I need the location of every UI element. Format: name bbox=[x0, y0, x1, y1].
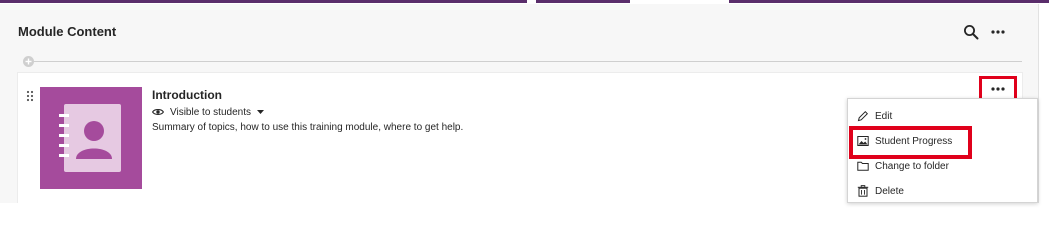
menu-item-delete[interactable]: Delete bbox=[848, 179, 1039, 203]
plus-icon bbox=[25, 58, 32, 65]
item-title[interactable]: Introduction bbox=[152, 88, 222, 102]
pencil-icon bbox=[857, 110, 869, 122]
banner-segment bbox=[0, 0, 527, 3]
folder-icon bbox=[857, 161, 869, 171]
banner-segment bbox=[536, 0, 630, 3]
menu-item-label: Change to folder bbox=[875, 160, 949, 172]
menu-item-label: Delete bbox=[875, 185, 904, 197]
menu-item-edit[interactable]: Edit bbox=[848, 104, 1039, 128]
more-options-icon[interactable] bbox=[988, 25, 1008, 39]
item-summary: Summary of topics, how to use this train… bbox=[152, 122, 464, 133]
image-icon bbox=[857, 136, 869, 146]
banner-segment bbox=[729, 0, 1049, 3]
visibility-dropdown[interactable]: Visible to students bbox=[152, 105, 264, 119]
search-icon[interactable] bbox=[963, 24, 979, 40]
drag-handle-icon[interactable] bbox=[26, 89, 34, 102]
menu-item-student-progress[interactable]: Student Progress bbox=[848, 129, 1039, 153]
menu-item-change-to-folder[interactable]: Change to folder bbox=[848, 154, 1039, 178]
eye-icon bbox=[152, 109, 164, 115]
caret-down-icon bbox=[256, 110, 264, 114]
visibility-label: Visible to students bbox=[170, 106, 251, 118]
menu-item-label: Student Progress bbox=[875, 135, 953, 147]
menu-item-label: Edit bbox=[875, 110, 893, 122]
section-title: Module Content bbox=[18, 24, 117, 39]
right-rail bbox=[1038, 4, 1049, 203]
content-divider bbox=[34, 61, 1022, 62]
item-context-menu: Edit Student Progress Change to folder D… bbox=[847, 98, 1038, 203]
add-content-button[interactable] bbox=[23, 56, 34, 67]
notebook-person-icon bbox=[59, 104, 121, 172]
trash-icon bbox=[857, 185, 869, 197]
module-thumbnail[interactable] bbox=[40, 87, 142, 189]
more-options-icon bbox=[986, 81, 1010, 96]
